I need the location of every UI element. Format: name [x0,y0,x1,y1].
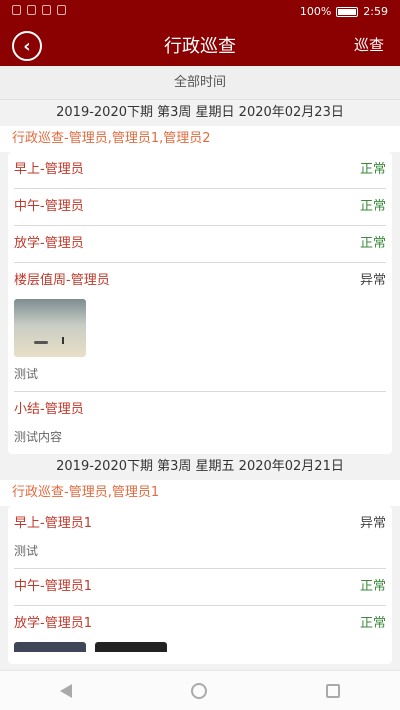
photo-detail [34,341,48,344]
group-title: 行政巡查-管理员,管理员1 [0,480,400,506]
section-date: 2019-2020下期 第3周 星期日 2020年02月23日 [0,100,400,126]
list-item[interactable]: 放学-管理员 正常 [14,226,386,263]
photo-thumbnail[interactable] [95,642,168,652]
page-title: 行政巡查 [164,36,236,57]
status-badge: 正常 [359,236,386,251]
patrol-list[interactable]: 2019-2020下期 第3周 星期日 2020年02月23日 行政巡查-管理员… [0,100,400,670]
status-badge: 异常 [359,273,386,288]
item-remark: 测试 [14,544,39,558]
group-title: 行政巡查-管理员,管理员1,管理员2 [0,126,400,152]
wifi-icon [27,5,36,15]
time-filter[interactable]: 全部时间 [0,66,400,100]
battery-icon [336,6,359,17]
patrol-button[interactable]: 巡查 [354,34,384,55]
photo-thumbnail[interactable] [14,642,86,652]
status-bar: 100% 2:59 [0,0,400,24]
nav-home-icon[interactable] [190,682,207,699]
usb-icon [42,5,51,15]
clock: 2:59 [363,5,388,18]
patrol-card: 早上-管理员 正常 中午-管理员 正常 放学-管理员 正常 楼层值周-管理员 异… [8,152,392,454]
item-name: 小结-管理员 [14,402,84,417]
list-item[interactable]: 早上-管理员 正常 [14,152,386,189]
item-remark: 测试 [14,367,39,381]
item-name: 早上-管理员 [14,162,84,177]
list-item[interactable]: 小结-管理员 测试内容 [14,392,386,454]
section-date: 2019-2020下期 第3周 星期五 2020年02月21日 [0,454,400,480]
battery-percent: 100% [299,5,332,18]
photo-detail [62,337,64,344]
item-name: 楼层值周-管理员 [14,273,110,288]
list-item[interactable]: 早上-管理员1 异常 测试 [14,506,386,569]
photo-thumbnail[interactable] [14,299,86,357]
system-nav-bar [0,670,400,710]
nav-back-icon[interactable] [59,683,72,698]
item-remark: 测试内容 [14,430,63,444]
status-badge: 正常 [359,579,386,594]
status-badge: 正常 [359,162,386,177]
list-item[interactable]: 放学-管理员1 正常 [14,606,386,664]
status-badge: 正常 [359,616,386,631]
item-name: 放学-管理员 [14,236,84,251]
sim-icon [12,5,21,15]
list-item[interactable]: 中午-管理员 正常 [14,189,386,226]
item-name: 中午-管理员1 [14,579,92,594]
item-name: 早上-管理员1 [14,516,92,531]
search-icon [57,5,66,15]
status-badge: 正常 [359,199,386,214]
list-item[interactable]: 楼层值周-管理员 异常 测试 [14,263,386,392]
item-name: 放学-管理员1 [14,616,92,631]
app-bar: ‹ 行政巡查 巡查 [0,24,400,66]
status-badge: 异常 [359,516,386,531]
item-name: 中午-管理员 [14,199,84,214]
patrol-card: 早上-管理员1 异常 测试 中午-管理员1 正常 放学-管理员1 正常 [8,506,392,664]
status-icons [12,5,66,15]
list-item[interactable]: 中午-管理员1 正常 [14,569,386,606]
nav-recents-icon[interactable] [326,683,341,698]
